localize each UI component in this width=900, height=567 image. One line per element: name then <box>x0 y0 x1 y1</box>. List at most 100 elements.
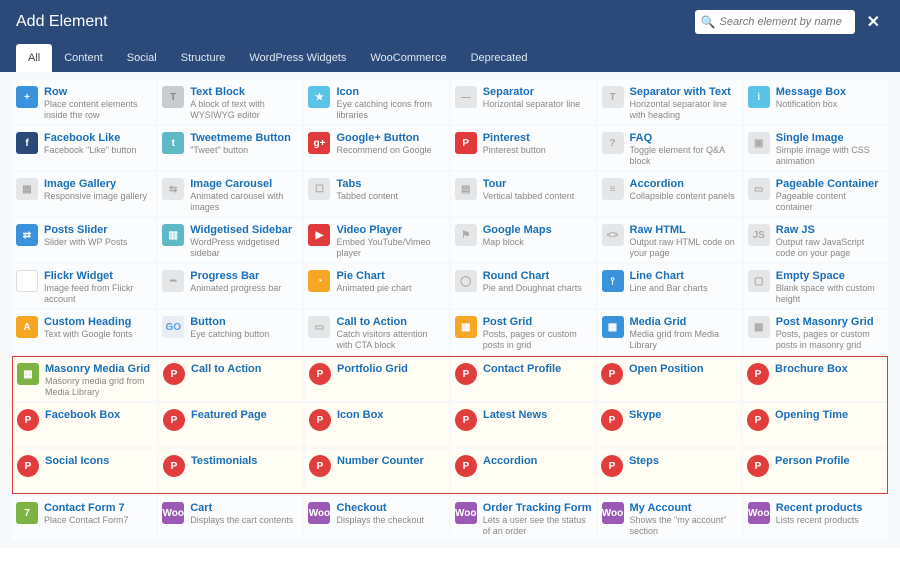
element-google-button[interactable]: g+Google+ ButtonRecommend on Google <box>304 126 448 170</box>
tab-woocommerce[interactable]: WooCommerce <box>358 44 458 72</box>
element-desc: Output raw JavaScript code on your page <box>776 237 884 258</box>
element-call-to-action[interactable]: PCall to Action <box>159 357 303 401</box>
tab-deprecated[interactable]: Deprecated <box>459 44 540 72</box>
element-icon: P <box>17 409 39 431</box>
element-number-counter[interactable]: PNumber Counter <box>305 449 449 493</box>
element-tabs[interactable]: ☐TabsTabbed content <box>304 172 448 216</box>
element-name: FAQ <box>630 132 738 145</box>
element-name: Pageable Container <box>776 178 884 191</box>
element-masonry-media-grid[interactable]: ▦Masonry Media GridMasonry media grid fr… <box>13 357 157 401</box>
element-featured-page[interactable]: PFeatured Page <box>159 403 303 447</box>
element-pinterest[interactable]: PPinterestPinterest button <box>451 126 596 170</box>
element-media-grid[interactable]: ▦Media GridMedia grid from Media Library <box>598 310 742 354</box>
element-icon: P <box>163 363 185 385</box>
element-accordion[interactable]: ≡AccordionCollapsible content panels <box>598 172 742 216</box>
element-accordion[interactable]: PAccordion <box>451 449 595 493</box>
search-box[interactable]: 🔍 <box>695 10 855 34</box>
element-message-box[interactable]: iMessage BoxNotification box <box>744 80 888 124</box>
element-name: Steps <box>629 455 659 468</box>
element-raw-js[interactable]: JSRaw JSOutput raw JavaScript code on yo… <box>744 218 888 262</box>
tab-content[interactable]: Content <box>52 44 115 72</box>
element-icon: ☐ <box>308 178 330 200</box>
element-icon: P <box>455 132 477 154</box>
element-facebook-like[interactable]: fFacebook LikeFacebook "Like" button <box>12 126 156 170</box>
element-pageable-container[interactable]: ▭Pageable ContainerPageable content cont… <box>744 172 888 216</box>
element-name: Portfolio Grid <box>337 363 408 376</box>
tab-all[interactable]: All <box>16 44 52 72</box>
close-icon[interactable]: ✕ <box>863 12 884 32</box>
element-icon-box[interactable]: PIcon Box <box>305 403 449 447</box>
element-raw-html[interactable]: <>Raw HTMLOutput raw HTML code on your p… <box>598 218 742 262</box>
element-post-grid[interactable]: ▦Post GridPosts, pages or custom posts i… <box>451 310 596 354</box>
element-icon: ▤ <box>455 178 477 200</box>
element-button[interactable]: GOButtonEye catching button <box>158 310 302 354</box>
element-desc: Embed YouTube/Vimeo player <box>336 237 444 258</box>
element-icon: ◯ <box>455 270 477 292</box>
element-call-to-action[interactable]: ▭Call to ActionCatch visitors attention … <box>304 310 448 354</box>
element-progress-bar[interactable]: ━Progress BarAnimated progress bar <box>158 264 302 308</box>
element-name: Media Grid <box>630 316 738 329</box>
element-icon: ▣ <box>748 132 770 154</box>
element-icon: P <box>747 409 769 431</box>
element-single-image[interactable]: ▣Single ImageSimple image with CSS anima… <box>744 126 888 170</box>
element-name: Tour <box>483 178 575 191</box>
element-icon: ⚑ <box>455 224 477 246</box>
element-image-carousel[interactable]: ⇆Image CarouselAnimated carousel with im… <box>158 172 302 216</box>
tab-structure[interactable]: Structure <box>169 44 238 72</box>
element-desc: Text with Google fonts <box>44 329 133 339</box>
tab-wordpress-widgets[interactable]: WordPress Widgets <box>237 44 358 72</box>
element-posts-slider[interactable]: ⇄Posts SliderSlider with WP Posts <box>12 218 156 262</box>
element-empty-space[interactable]: ▢Empty SpaceBlank space with custom heig… <box>744 264 888 308</box>
element-separator-with-text[interactable]: TSeparator with TextHorizontal separator… <box>598 80 742 124</box>
element-icon: ⇄ <box>16 224 38 246</box>
element-name: Progress Bar <box>190 270 281 283</box>
element-latest-news[interactable]: PLatest News <box>451 403 595 447</box>
element-image-gallery[interactable]: ▦Image GalleryResponsive image gallery <box>12 172 156 216</box>
element-custom-heading[interactable]: ACustom HeadingText with Google fonts <box>12 310 156 354</box>
element-desc: Recommend on Google <box>336 145 431 155</box>
element-tour[interactable]: ▤TourVertical tabbed content <box>451 172 596 216</box>
element-facebook-box[interactable]: PFacebook Box <box>13 403 157 447</box>
element-contact-profile[interactable]: PContact Profile <box>451 357 595 401</box>
search-input[interactable] <box>720 16 849 28</box>
tab-social[interactable]: Social <box>115 44 169 72</box>
element-icon: T <box>162 86 184 108</box>
element-separator[interactable]: —SeparatorHorizontal separator line <box>451 80 596 124</box>
element-icon: P <box>163 409 185 431</box>
element-order-tracking-form[interactable]: WooOrder Tracking FormLets a user see th… <box>451 496 596 540</box>
element-testimonials[interactable]: PTestimonials <box>159 449 303 493</box>
element-google-maps[interactable]: ⚑Google MapsMap block <box>451 218 596 262</box>
element-post-masonry-grid[interactable]: ▦Post Masonry GridPosts, pages or custom… <box>744 310 888 354</box>
element-desc: Pie and Doughnat charts <box>483 283 582 293</box>
element-icon: P <box>455 455 477 477</box>
element-flickr-widget[interactable]: ••Flickr WidgetImage feed from Flickr ac… <box>12 264 156 308</box>
element-portfolio-grid[interactable]: PPortfolio Grid <box>305 357 449 401</box>
element-steps[interactable]: PSteps <box>597 449 741 493</box>
element-line-chart[interactable]: ⫯Line ChartLine and Bar charts <box>598 264 742 308</box>
element-text-block[interactable]: TText BlockA block of text with WYSIWYG … <box>158 80 302 124</box>
element-video-player[interactable]: ▶Video PlayerEmbed YouTube/Vimeo player <box>304 218 448 262</box>
element-checkout[interactable]: WooCheckoutDisplays the checkout <box>304 496 448 540</box>
element-icon: P <box>601 363 623 385</box>
element-opening-time[interactable]: POpening Time <box>743 403 887 447</box>
element-row[interactable]: +RowPlace content elements inside the ro… <box>12 80 156 124</box>
element-brochure-box[interactable]: PBrochure Box <box>743 357 887 401</box>
element-desc: Output raw HTML code on your page <box>630 237 738 258</box>
element-my-account[interactable]: WooMy AccountShows the "my account" sect… <box>598 496 742 540</box>
element-name: Message Box <box>776 86 846 99</box>
element-name: Contact Profile <box>483 363 561 376</box>
element-round-chart[interactable]: ◯Round ChartPie and Doughnat charts <box>451 264 596 308</box>
element-desc: Animated carousel with images <box>190 191 298 212</box>
element-open-position[interactable]: POpen Position <box>597 357 741 401</box>
element-widgetised-sidebar[interactable]: ▥Widgetised SidebarWordPress widgetised … <box>158 218 302 262</box>
element-contact-form-7[interactable]: 7Contact Form 7Place Contact Form7 <box>12 496 156 540</box>
element-skype[interactable]: PSkype <box>597 403 741 447</box>
element-social-icons[interactable]: PSocial Icons <box>13 449 157 493</box>
element-cart[interactable]: WooCartDisplays the cart contents <box>158 496 302 540</box>
element-tweetmeme-button[interactable]: tTweetmeme Button"Tweet" button <box>158 126 302 170</box>
element-pie-chart[interactable]: ◔Pie ChartAnimated pie chart <box>304 264 448 308</box>
element-person-profile[interactable]: PPerson Profile <box>743 449 887 493</box>
element-faq[interactable]: ?FAQToggle element for Q&A block <box>598 126 742 170</box>
element-recent-products[interactable]: WooRecent productsLists recent products <box>744 496 888 540</box>
element-icon[interactable]: ★IconEye catching icons from libraries <box>304 80 448 124</box>
